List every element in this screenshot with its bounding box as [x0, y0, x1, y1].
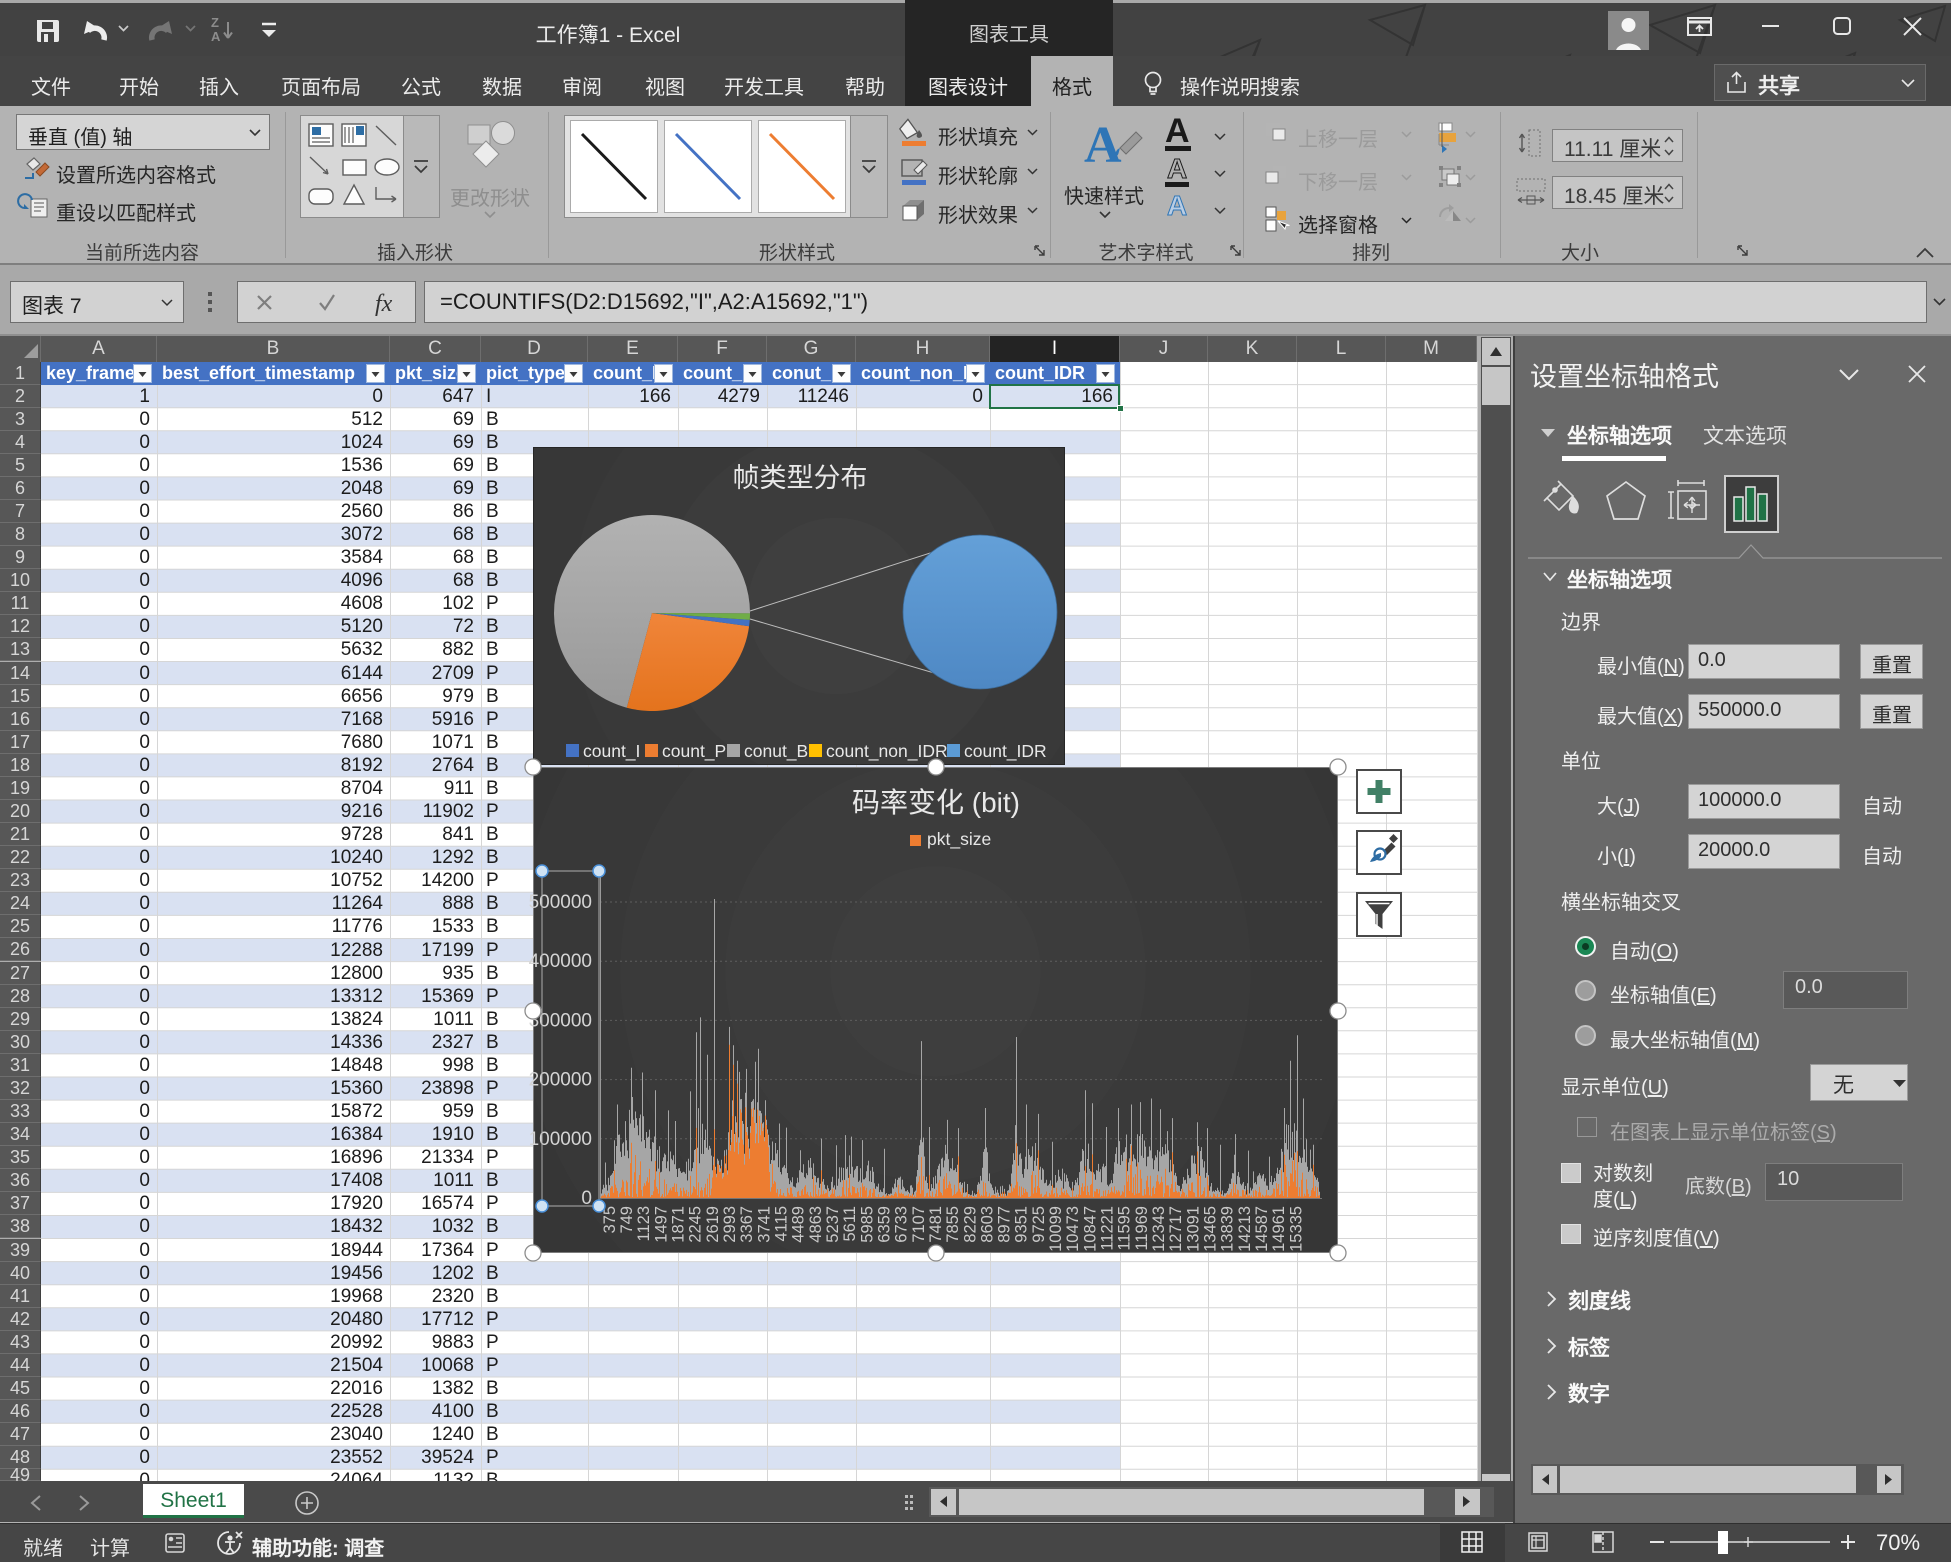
- svg-text:conut_B: conut_B: [744, 741, 808, 762]
- svg-text:fx: fx: [375, 291, 393, 317]
- svg-text:count_non_IDR: count_non_IDR: [826, 741, 948, 762]
- svg-text:count_IDR: count_IDR: [964, 741, 1047, 762]
- svg-text:A: A: [211, 29, 221, 44]
- svg-text:A: A: [1165, 112, 1190, 150]
- svg-text:count_I: count_I: [583, 741, 640, 762]
- svg-text:A: A: [1167, 153, 1187, 184]
- svg-text:Z: Z: [211, 15, 219, 30]
- svg-text:A: A: [1084, 117, 1122, 174]
- svg-text:A: A: [1167, 190, 1187, 221]
- svg-text:count_P: count_P: [662, 741, 726, 762]
- svg-text:帧类型分布: 帧类型分布: [733, 463, 868, 493]
